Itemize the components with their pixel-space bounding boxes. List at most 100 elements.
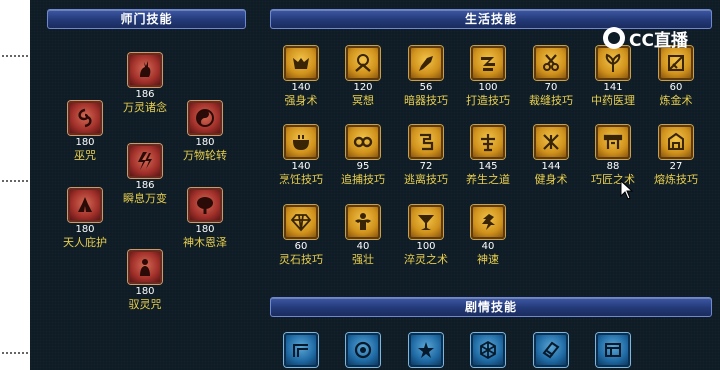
story-skill-4-icon (471, 333, 505, 367)
skill-name: 巧匠之术 (591, 173, 635, 186)
life-skill[interactable]: 95 追捕技巧 (328, 125, 398, 186)
life-skill[interactable]: 70 裁缝技巧 (516, 46, 586, 107)
story-skill-3-icon (409, 333, 443, 367)
life-skill[interactable]: 100 淬灵之术 (391, 205, 461, 266)
life-skill[interactable]: 72 逃离技巧 (391, 125, 461, 186)
skill-level: 88 (606, 161, 620, 172)
life-skills-title: 生活技能 (464, 12, 517, 26)
life-skill[interactable]: 140 强身术 (266, 46, 336, 107)
skill-name: 强壮 (352, 253, 374, 266)
story-skills-title: 剧情技能 (464, 300, 517, 314)
rabbit-icon (128, 53, 162, 87)
skill-name: 天人庇护 (63, 236, 107, 249)
life-skill[interactable]: 144 健身术 (516, 125, 586, 186)
divider (2, 352, 28, 356)
life-skill[interactable]: 141 中药医理 (578, 46, 648, 107)
cc-live-logo: CC直播 (603, 26, 688, 51)
skill-name: 养生之道 (466, 173, 510, 186)
life-skill[interactable]: 145 养生之道 (453, 125, 523, 186)
skill-name: 神木恩泽 (183, 236, 227, 249)
skill-name: 烹饪技巧 (279, 173, 323, 186)
skill-level: 186 (135, 89, 155, 100)
skill-name: 驭灵咒 (128, 298, 162, 311)
skill-level: 180 (195, 137, 215, 148)
skill-level: 60 (294, 241, 308, 252)
alchemy-icon (659, 46, 693, 80)
sect-skill[interactable]: 180 神木恩泽 (170, 188, 240, 249)
fitness-icon (534, 125, 568, 159)
life-skill[interactable]: 88 巧匠之术 (578, 125, 648, 186)
story-skill[interactable] (391, 333, 461, 367)
skill-level: 72 (419, 161, 433, 172)
sect-skills-header: 师门技能 (47, 9, 246, 29)
life-skill[interactable]: 56 暗器技巧 (391, 46, 461, 107)
skill-level: 180 (135, 286, 155, 297)
skill-level: 100 (416, 241, 436, 252)
story-skills-header: 剧情技能 (270, 297, 712, 317)
life-skill[interactable]: 40 神速 (453, 205, 523, 266)
spirit-figure-icon (128, 250, 162, 284)
anvil-icon (471, 46, 505, 80)
life-skill[interactable]: 40 强壮 (328, 205, 398, 266)
strength-icon (284, 46, 318, 80)
divider (2, 180, 28, 184)
sect-skill[interactable]: 180 天人庇护 (50, 188, 120, 249)
skill-name: 神速 (477, 253, 499, 266)
skill-level: 141 (603, 82, 623, 93)
rope-icon (346, 125, 380, 159)
skill-level: 140 (291, 161, 311, 172)
skill-name: 灵石技巧 (279, 253, 323, 266)
sect-skill[interactable]: 180 万物轮转 (170, 101, 240, 162)
life-skill[interactable]: 60 灵石技巧 (266, 205, 336, 266)
mouse-cursor-icon (620, 180, 634, 200)
divider (2, 55, 28, 59)
cooking-icon (284, 125, 318, 159)
story-skill-5-icon (534, 333, 568, 367)
yinyang-icon (188, 101, 222, 135)
skill-level: 27 (669, 161, 683, 172)
skill-name: 冥想 (352, 94, 374, 107)
left-edge-strip (0, 0, 31, 370)
skill-level: 40 (356, 241, 370, 252)
story-skill[interactable] (453, 333, 523, 367)
cc-logo-icon (603, 27, 625, 49)
swirl-icon (68, 101, 102, 135)
story-skill[interactable] (578, 333, 648, 367)
life-skill[interactable]: 27 熔炼技巧 (641, 125, 711, 186)
sect-skills-title: 师门技能 (120, 12, 173, 26)
skill-name: 裁缝技巧 (529, 94, 573, 107)
life-skill[interactable]: 120 冥想 (328, 46, 398, 107)
skill-name: 追捕技巧 (341, 173, 385, 186)
skill-name: 逃离技巧 (404, 173, 448, 186)
skill-level: 144 (541, 161, 561, 172)
story-skill[interactable] (266, 333, 336, 367)
meditate-icon (346, 46, 380, 80)
story-skill[interactable] (516, 333, 586, 367)
watermark-text: CC直播 (629, 30, 688, 51)
story-skill-6-icon (596, 333, 630, 367)
skill-name: 健身术 (534, 173, 568, 186)
sect-skill[interactable]: 180 驭灵咒 (110, 250, 180, 311)
lightning-icon (128, 144, 162, 178)
skill-level: 56 (419, 82, 433, 93)
skill-name: 熔炼技巧 (654, 173, 698, 186)
skill-level: 180 (75, 224, 95, 235)
craftsman-icon (596, 125, 630, 159)
health-icon (471, 125, 505, 159)
skill-level: 140 (291, 82, 311, 93)
life-skill[interactable]: 140 烹饪技巧 (266, 125, 336, 186)
tempering-icon (409, 205, 443, 239)
story-skill-2-icon (346, 333, 380, 367)
story-skill[interactable] (328, 333, 398, 367)
dart-icon (409, 46, 443, 80)
skill-name: 淬灵之术 (404, 253, 448, 266)
escape-icon (409, 125, 443, 159)
praying-hands-icon (68, 188, 102, 222)
skill-level: 95 (356, 161, 370, 172)
skill-name: 炼金术 (659, 94, 693, 107)
speed-icon (471, 205, 505, 239)
smelting-icon (659, 125, 693, 159)
life-skill[interactable]: 60 炼金术 (641, 46, 711, 107)
skill-level: 40 (481, 241, 495, 252)
life-skill[interactable]: 100 打造技巧 (453, 46, 523, 107)
